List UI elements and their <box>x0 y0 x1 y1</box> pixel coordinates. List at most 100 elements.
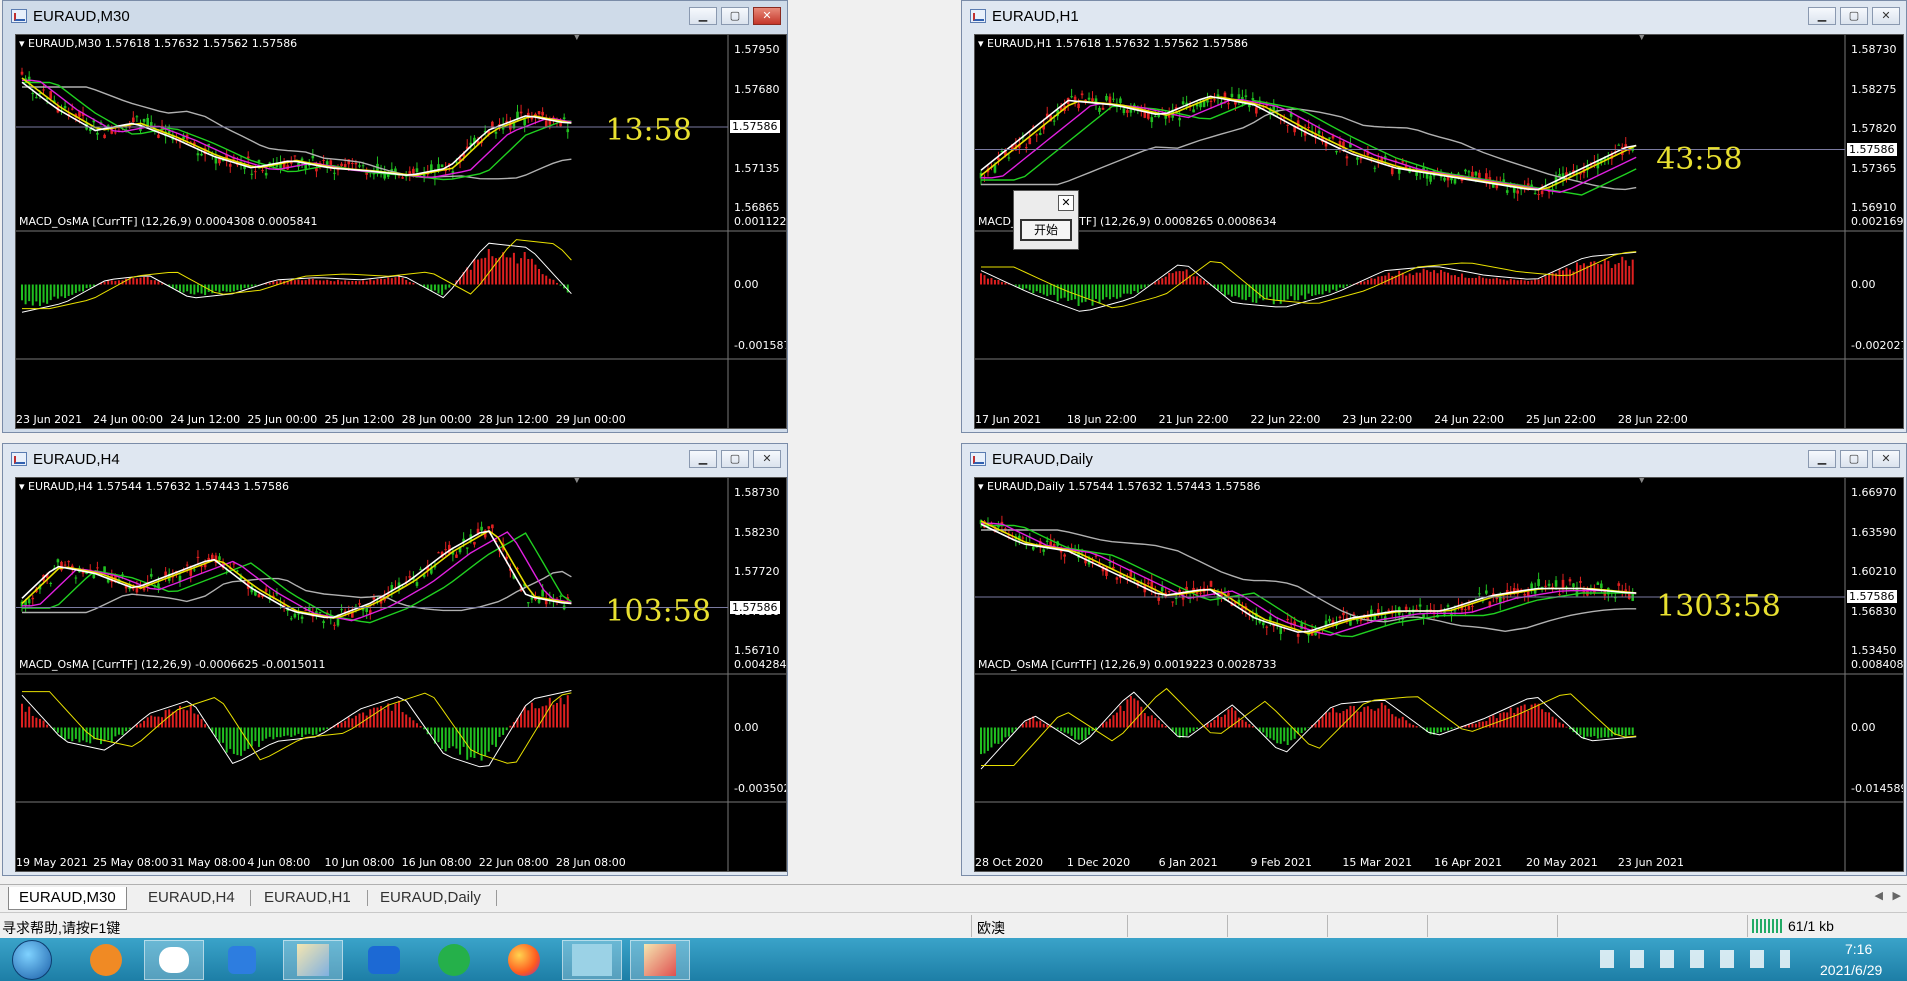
close-button[interactable]: ✕ <box>753 450 781 468</box>
moving-average-line <box>21 81 572 177</box>
price-axis-label: 1.56865 <box>734 201 780 215</box>
candle <box>487 526 491 529</box>
date-axis-label: 23 Jun 2021 <box>16 413 83 426</box>
window-titlebar[interactable]: EURAUD,Daily ▁ ▢ ✕ <box>962 444 1906 474</box>
chart-window-h4[interactable]: EURAUD,H4 ▁ ▢ ✕ ▾ EURAUD,H4 1.57544 1.5763… <box>2 443 788 876</box>
candle <box>264 172 268 176</box>
candle <box>63 106 67 109</box>
current-price-tag: 1.57586 <box>730 600 780 614</box>
moving-average-line <box>980 520 1637 635</box>
close-button[interactable]: ✕ <box>1872 450 1900 468</box>
candle <box>1255 107 1258 114</box>
candle <box>1505 190 1509 193</box>
minimize-button[interactable]: ▁ <box>1808 7 1836 25</box>
candle <box>1227 592 1230 596</box>
candle <box>473 541 476 545</box>
clock-time[interactable]: 7:16 <box>1845 941 1872 957</box>
candle <box>1450 177 1453 181</box>
window-titlebar[interactable]: EURAUD,H1 ▁ ▢ ✕ <box>962 1 1906 31</box>
green-app-icon[interactable] <box>424 940 484 980</box>
window-titlebar[interactable]: EURAUD,H4 ▁ ▢ ✕ <box>3 444 787 474</box>
date-axis-label: 21 Jun 22:00 <box>1158 413 1229 426</box>
game-app-icon[interactable] <box>562 940 622 980</box>
candle <box>1178 589 1181 593</box>
candle <box>415 168 419 173</box>
candle <box>997 157 1000 161</box>
window-title: EURAUD,H4 <box>33 451 120 468</box>
chart-area[interactable]: ▾ EURAUD,M30 1.57618 1.57632 1.57562 1.5… <box>15 34 787 429</box>
macd-axis-label: -0.0020277 <box>1851 339 1903 352</box>
maximize-button[interactable]: ▢ <box>721 450 749 468</box>
candle <box>1345 156 1349 159</box>
candle <box>257 159 261 162</box>
chart-window-h1[interactable]: EURAUD,H1 ▁ ▢ ✕ ▾ EURAUD,H1 1.57618 1.5763… <box>961 0 1907 433</box>
candle <box>408 576 412 578</box>
date-axis-label: 4 Jun 08:00 <box>247 856 311 869</box>
minimize-button[interactable]: ▁ <box>1808 450 1836 468</box>
firefox-icon[interactable] <box>494 940 554 980</box>
maximize-button[interactable]: ▢ <box>721 7 749 25</box>
tab-euraud-daily[interactable]: EURAUD,Daily <box>370 887 491 909</box>
candle <box>1356 157 1359 160</box>
tab-euraud-h1[interactable]: EURAUD,H1 <box>254 887 361 909</box>
blue-app-icon[interactable] <box>354 940 414 980</box>
candle <box>214 157 218 164</box>
maximize-button[interactable]: ▢ <box>1840 450 1868 468</box>
chart-area[interactable]: ▾ EURAUD,Daily 1.57544 1.57632 1.57443 1… <box>974 477 1904 872</box>
candle <box>1502 598 1506 600</box>
candle <box>1223 92 1227 98</box>
candle <box>1087 97 1091 100</box>
candle <box>1122 108 1126 114</box>
candle <box>1544 585 1547 587</box>
minimize-button[interactable]: ▁ <box>689 450 717 468</box>
candle <box>157 134 160 138</box>
metatrader-icon-2[interactable] <box>630 940 690 980</box>
candle <box>297 613 300 615</box>
macd-axis-label: 0.0021698 <box>1851 215 1904 228</box>
candle <box>1248 104 1251 108</box>
candle <box>1401 161 1404 163</box>
candle <box>491 524 494 529</box>
candle <box>1561 579 1565 588</box>
macd-label: MACD_OsMA [CurrTF] (12,26,9) 0.0019223 0… <box>978 658 1277 671</box>
start-button-icon[interactable] <box>4 940 60 980</box>
app-icon-1[interactable] <box>76 940 136 980</box>
candle <box>1007 157 1011 159</box>
chart-area[interactable]: ▾ EURAUD,H1 1.57618 1.57632 1.57562 1.57… <box>974 34 1904 429</box>
candle <box>257 594 261 598</box>
candle <box>49 582 53 584</box>
candle <box>1286 618 1289 620</box>
window-titlebar[interactable]: EURAUD,M30 ▁ ▢ ✕ <box>3 1 787 31</box>
edit-app-icon[interactable] <box>212 940 272 980</box>
date-axis-label: 31 May 08:00 <box>170 856 246 869</box>
chart-window-daily[interactable]: EURAUD,Daily ▁ ▢ ✕ ▾ EURAUD,Daily 1.57544 … <box>961 443 1907 876</box>
price-axis-label: 1.53450 <box>1851 644 1897 658</box>
candle <box>1174 597 1178 599</box>
tab-scroll-left[interactable]: ◀ <box>1875 889 1883 902</box>
wechat-icon[interactable] <box>144 940 204 980</box>
close-button[interactable]: ✕ <box>753 7 781 25</box>
start-button[interactable]: 开始 <box>1020 219 1072 241</box>
clock-date[interactable]: 2021/6/29 <box>1820 962 1882 978</box>
minimize-button[interactable]: ▁ <box>689 7 717 25</box>
metatrader-icon[interactable] <box>283 940 343 980</box>
candle <box>1199 592 1202 594</box>
candle <box>1537 194 1540 196</box>
candle <box>1317 130 1321 134</box>
chart-window-m30[interactable]: EURAUD,M30 ▁ ▢ ✕ ▾ EURAUD,M30 1.57618 1.57… <box>2 0 788 433</box>
maximize-button[interactable]: ▢ <box>1840 7 1868 25</box>
date-axis-label: 25 May 08:00 <box>93 856 169 869</box>
chart-tabs: EURAUD,M30 EURAUD,H4 EURAUD,H1 EURAUD,Da… <box>0 884 1907 911</box>
candle <box>1146 112 1150 119</box>
date-axis-label: 23 Jun 22:00 <box>1342 413 1413 426</box>
price-axis-label: 1.56910 <box>1851 201 1897 215</box>
candle <box>526 602 530 604</box>
candle <box>351 162 354 164</box>
tab-euraud-m30[interactable]: EURAUD,M30 <box>8 887 127 910</box>
tab-euraud-h4[interactable]: EURAUD,H4 <box>138 887 245 909</box>
tray-icons[interactable] <box>1600 950 1790 968</box>
dialog-close-button[interactable]: ✕ <box>1058 195 1074 211</box>
chart-area[interactable]: ▾ EURAUD,H4 1.57544 1.57632 1.57443 1.57… <box>15 477 787 872</box>
close-button[interactable]: ✕ <box>1872 7 1900 25</box>
tab-scroll-right[interactable]: ▶ <box>1893 889 1901 902</box>
